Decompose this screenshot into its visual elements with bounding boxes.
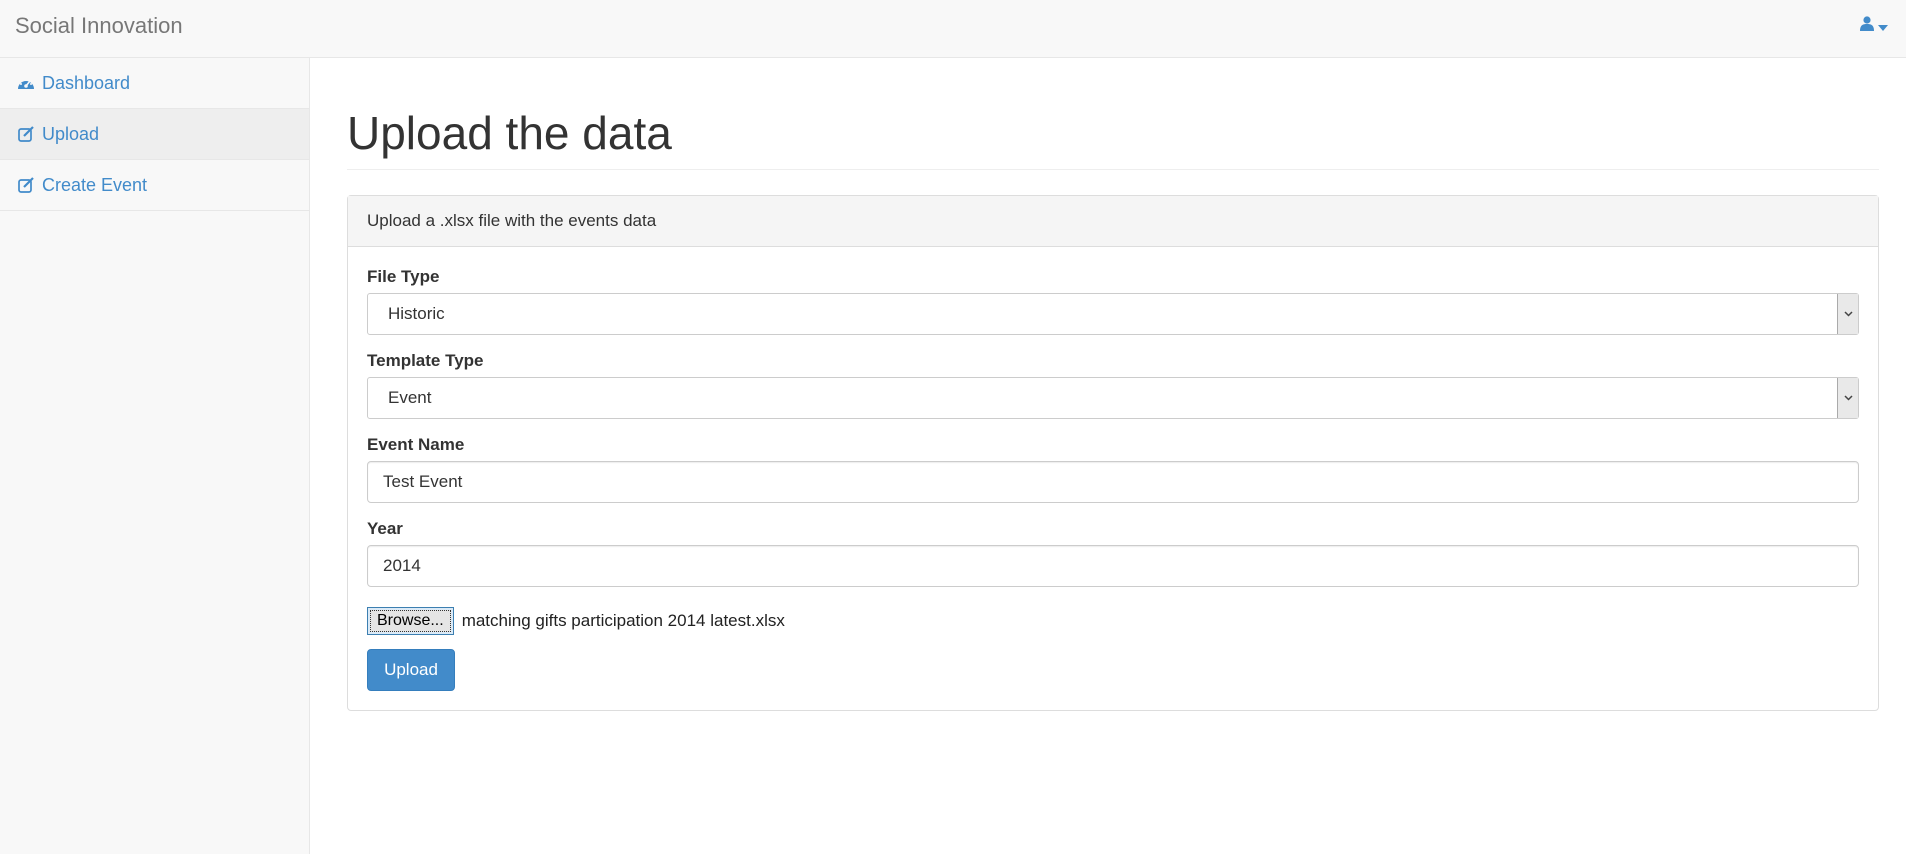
file-input: Browse... matching gifts participation 2… [367,606,1859,635]
dashboard-icon [17,74,35,92]
event-name-group: Event Name Test Event [367,435,1859,503]
chevron-down-icon [1837,293,1858,334]
user-menu-toggle[interactable] [1860,16,1888,36]
sidebar-item-label: Upload [42,123,100,144]
year-input[interactable]: 2014 [367,544,1859,587]
event-name-input[interactable]: Test Event [367,460,1859,503]
main-content: Upload the data Upload a .xlsx file with… [347,58,1879,711]
top-navbar: Social Innovation [0,0,1906,58]
file-type-select[interactable]: Historic [367,292,1859,335]
edit-icon [17,125,35,143]
upload-form: File Type Historic Template Type Event E… [348,247,1878,710]
file-type-value: Historic [388,303,445,323]
chevron-down-icon [1837,377,1858,418]
browse-button[interactable]: Browse... [367,606,454,635]
event-name-label: Event Name [367,434,465,454]
sidebar-item-label: Dashboard [42,72,131,93]
template-type-label: Template Type [367,350,484,370]
sidebar: Dashboard Upload Create Event [0,58,310,854]
file-type-group: File Type Historic [367,267,1859,335]
sidebar-item-label: Create Event [42,174,148,195]
sidebar-item-dashboard[interactable]: Dashboard [0,58,309,109]
user-icon [1860,16,1874,36]
template-type-select[interactable]: Event [367,376,1859,419]
selected-file-name: matching gifts participation 2014 latest… [461,610,785,630]
browse-label: Browse... [370,609,451,632]
sidebar-item-create-event[interactable]: Create Event [0,160,309,211]
upload-button[interactable]: Upload [367,648,455,691]
template-type-group: Template Type Event [367,351,1859,419]
template-type-value: Event [388,387,432,407]
caret-down-icon [1878,16,1888,36]
panel-heading: Upload a .xlsx file with the events data [348,195,1878,247]
edit-icon [17,176,35,194]
upload-panel: Upload a .xlsx file with the events data… [347,194,1879,711]
page-title: Upload the data [347,108,1879,170]
brand-link[interactable]: Social Innovation [15,13,183,39]
sidebar-item-upload[interactable]: Upload [0,109,309,160]
file-type-label: File Type [367,266,440,286]
year-group: Year 2014 [367,519,1859,587]
year-label: Year [367,518,403,538]
